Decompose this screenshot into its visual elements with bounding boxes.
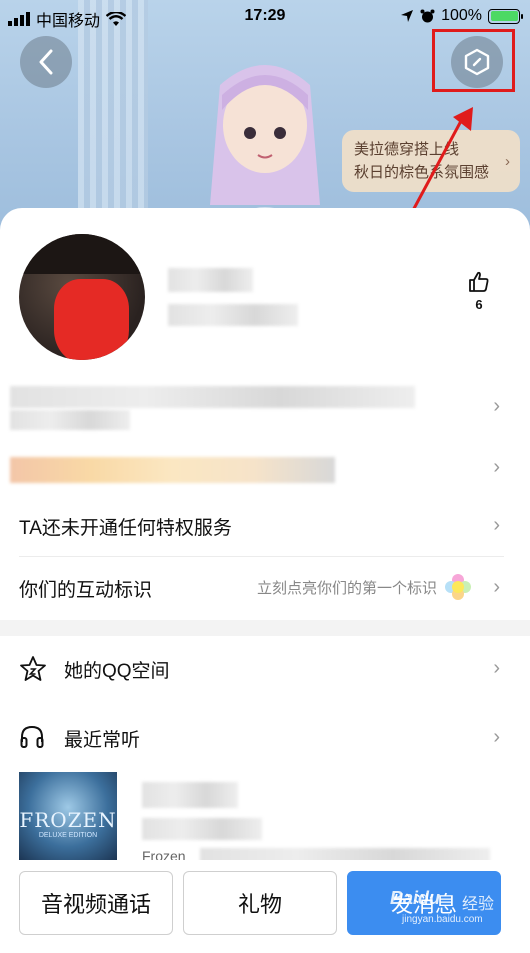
song-artist-redacted xyxy=(142,818,262,840)
account-id-redacted xyxy=(168,304,298,326)
gift-button[interactable]: 礼物 xyxy=(183,871,337,935)
qzone-row[interactable]: 她的QQ空间 › xyxy=(0,638,530,700)
profile-card: 6 › › TA还未开通任何特权服务 › 你们的互动标识 立刻点亮你们的第一个标… xyxy=(0,208,530,953)
watermark-url: jingyan.baidu.com xyxy=(402,914,483,925)
info-row-redacted-2[interactable]: › xyxy=(0,437,530,499)
interaction-label: 你们的互动标识 xyxy=(19,580,153,601)
section-gap xyxy=(0,620,530,636)
av-call-button[interactable]: 音视频通话 xyxy=(19,871,173,935)
banner-curtain xyxy=(78,0,148,240)
recent-music-row[interactable]: 最近常听 › xyxy=(0,707,530,769)
star-icon xyxy=(20,656,46,681)
album-title: FROZEN xyxy=(19,808,117,832)
highlight-box xyxy=(432,29,515,92)
chevron-right-icon: › xyxy=(493,514,500,536)
location-icon xyxy=(401,10,414,22)
alarm-icon xyxy=(420,9,435,22)
chevron-right-icon: › xyxy=(493,395,500,417)
watermark-label: 经验 xyxy=(462,896,495,913)
song-title-redacted xyxy=(142,782,238,808)
back-button[interactable] xyxy=(20,36,72,88)
thumbs-up-icon xyxy=(469,271,489,292)
like-button[interactable]: 6 xyxy=(462,270,496,312)
battery-percent: 100% xyxy=(441,7,482,24)
info-row-redacted-1[interactable]: › xyxy=(0,376,530,438)
chevron-right-icon: › xyxy=(505,153,510,170)
info-redacted-2 xyxy=(10,457,335,483)
chevron-right-icon: › xyxy=(493,576,500,598)
privilege-label: TA还未开通任何特权服务 xyxy=(19,518,232,539)
nickname-redacted xyxy=(168,268,253,292)
info-redacted-1b xyxy=(10,410,130,430)
watermark-brand: Baidu xyxy=(390,888,441,908)
chevron-right-icon: › xyxy=(493,456,500,478)
interaction-hint: 立刻点亮你们的第一个标识 xyxy=(256,580,437,597)
chevron-right-icon: › xyxy=(493,657,500,679)
avatar[interactable] xyxy=(19,234,145,360)
battery-icon xyxy=(488,8,523,24)
watermark: Baidu 经验 jingyan.baidu.com xyxy=(390,880,520,940)
qzone-label: 她的QQ空间 xyxy=(64,661,170,682)
album-subtitle: DELUXE EDITION xyxy=(38,832,98,839)
chevron-left-icon xyxy=(39,49,53,75)
flower-badge-icon xyxy=(445,574,471,600)
info-redacted-1 xyxy=(10,386,415,408)
chevron-right-icon: › xyxy=(493,726,500,748)
like-count: 6 xyxy=(475,297,483,312)
headphones-icon xyxy=(20,725,44,748)
interaction-mark-row[interactable]: 你们的互动标识 立刻点亮你们的第一个标识 › xyxy=(0,557,530,619)
privilege-row[interactable]: TA还未开通任何特权服务 › xyxy=(0,495,530,557)
status-bar: 中国移动 17:29 100% xyxy=(0,0,530,32)
album-cover[interactable]: FROZEN DELUXE EDITION xyxy=(19,772,117,860)
recent-music-label: 最近常听 xyxy=(64,730,141,751)
